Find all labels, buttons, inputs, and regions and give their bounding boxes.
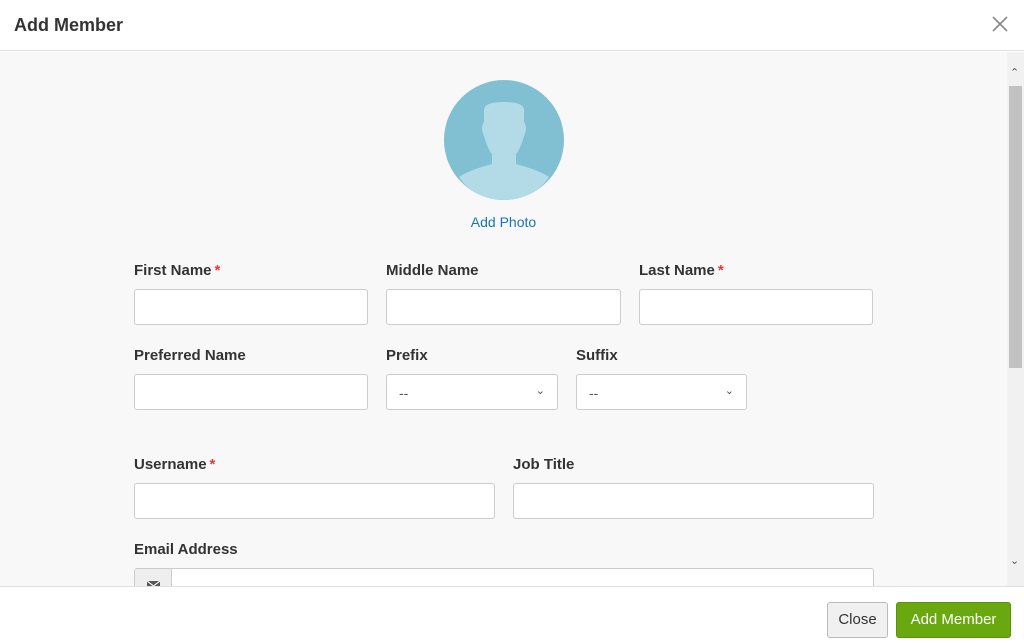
label-text: Last Name: [639, 262, 715, 279]
suffix-value: --: [589, 385, 599, 401]
first-name-label: First Name *: [134, 262, 220, 279]
dialog-footer: Close Add Member: [0, 586, 1024, 643]
suffix-label: Suffix: [576, 347, 618, 364]
required-mark: *: [717, 262, 724, 279]
prefix-value: --: [399, 385, 409, 401]
chevron-down-icon: ⌄: [535, 385, 545, 397]
dialog-body: Add Photo First Name * Middle Name Last N…: [0, 52, 1007, 586]
username-label: Username *: [134, 456, 215, 473]
dialog-header: Add Member: [0, 0, 1024, 51]
scroll-up-icon[interactable]: ⌃: [1010, 66, 1019, 79]
envelope-icon: [135, 569, 172, 586]
label-text: First Name: [134, 262, 212, 279]
middle-name-input[interactable]: [386, 289, 621, 325]
username-input[interactable]: [134, 483, 495, 519]
last-name-input[interactable]: [639, 289, 873, 325]
preferred-name-input[interactable]: [134, 374, 368, 410]
scrollbar-thumb[interactable]: [1009, 86, 1022, 368]
email-label: Email Address: [134, 541, 238, 558]
label-text: Username: [134, 456, 207, 473]
first-name-input[interactable]: [134, 289, 368, 325]
prefix-label: Prefix: [386, 347, 428, 364]
job-title-label: Job Title: [513, 456, 575, 473]
scroll-down-icon[interactable]: ⌄: [1010, 554, 1019, 567]
preferred-name-label: Preferred Name: [134, 347, 246, 364]
add-photo-link[interactable]: Add Photo: [0, 214, 1007, 230]
dialog-title: Add Member: [14, 15, 124, 35]
suffix-select[interactable]: -- ⌄: [576, 374, 747, 410]
last-name-label: Last Name *: [639, 262, 724, 279]
job-title-input[interactable]: [513, 483, 874, 519]
scrollbar[interactable]: ⌃ ⌄: [1007, 52, 1024, 586]
close-icon[interactable]: [990, 14, 1010, 34]
required-mark: *: [214, 262, 221, 279]
avatar[interactable]: [444, 80, 564, 200]
middle-name-label: Middle Name: [386, 262, 479, 279]
email-input[interactable]: [134, 568, 874, 586]
required-mark: *: [209, 456, 216, 473]
close-button[interactable]: Close: [827, 602, 888, 638]
add-member-button[interactable]: Add Member: [896, 602, 1011, 638]
chevron-down-icon: ⌄: [724, 385, 734, 397]
prefix-select[interactable]: -- ⌄: [386, 374, 558, 410]
person-silhouette-icon: [459, 102, 549, 200]
